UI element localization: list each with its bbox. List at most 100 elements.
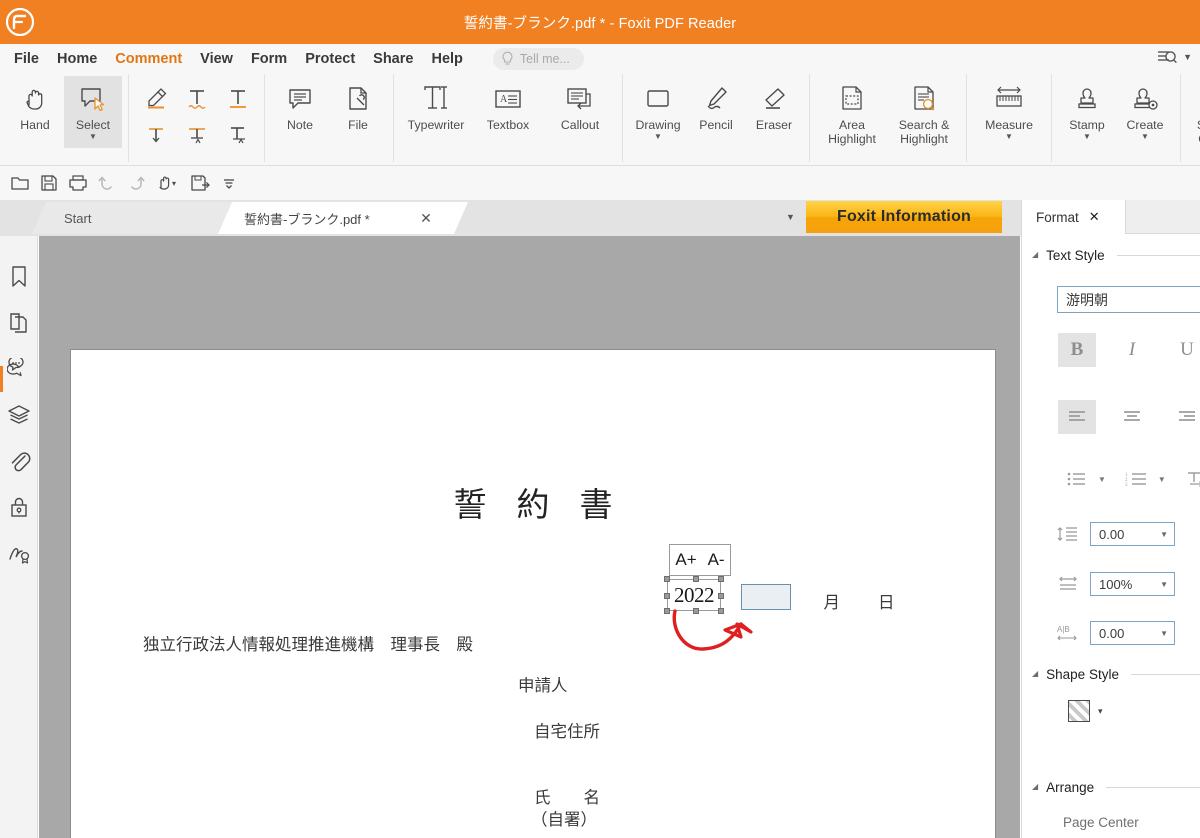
typewriter-button[interactable]: Typewriter [400, 76, 472, 148]
touch-mode-icon[interactable]: ▾ [151, 170, 185, 196]
menu-protect[interactable]: Protect [305, 47, 355, 71]
increase-font-button[interactable]: A+ [675, 550, 696, 570]
selected-textbox-annotation[interactable]: 2022 [664, 576, 724, 614]
fill-color-control[interactable]: ▾ [1068, 700, 1103, 722]
resize-handle-bottom-right[interactable] [718, 608, 724, 614]
underline-text-button[interactable] [219, 82, 257, 115]
pdf-page[interactable]: 誓約書 年 月 日 A+ A- 2022 [70, 349, 996, 838]
align-left-button[interactable] [1058, 400, 1096, 434]
fill-color-swatch[interactable] [1068, 700, 1090, 722]
align-center-button[interactable] [1113, 400, 1151, 434]
resize-handle-middle-left[interactable] [664, 593, 670, 599]
chevron-down-icon[interactable]: ▼ [1160, 629, 1168, 638]
menu-home[interactable]: Home [57, 47, 97, 71]
bullet-list-button[interactable] [1058, 462, 1096, 496]
page-center-label[interactable]: Page Center [1063, 815, 1139, 830]
chevron-down-icon[interactable]: ▼ [1160, 580, 1168, 589]
align-right-button[interactable] [1168, 400, 1200, 434]
print-icon[interactable] [64, 170, 92, 196]
collapse-triangle-icon[interactable]: ◢ [1032, 782, 1038, 791]
area-highlight-button[interactable]: Area Highlight [816, 76, 888, 148]
chevron-down-icon[interactable]: ▼ [1160, 530, 1168, 539]
highlight-text-button[interactable] [137, 82, 175, 115]
tab-document[interactable]: 誓約書-ブランク.pdf * ✕ [218, 202, 468, 234]
resize-handle-top-center[interactable] [693, 576, 699, 582]
search-options-icon[interactable] [1156, 47, 1180, 67]
numbered-list-button[interactable]: 1 2 3 [1118, 462, 1156, 496]
open-folder-icon[interactable] [6, 170, 34, 196]
date-form-field[interactable] [741, 584, 791, 610]
resize-handle-top-left[interactable] [664, 576, 670, 582]
note-button[interactable]: Note [271, 76, 329, 148]
font-name-field[interactable]: 游明朝 [1057, 286, 1200, 313]
close-icon[interactable]: ✕ [1089, 209, 1100, 225]
fill-color-caret-icon[interactable]: ▾ [1098, 706, 1103, 717]
select-tool-button[interactable]: Select ▼ [64, 76, 122, 148]
pages-icon[interactable] [6, 310, 32, 336]
tell-me-search[interactable]: Tell me... [492, 47, 584, 70]
section-arrange[interactable]: ◢ Arrange [1032, 780, 1200, 795]
menu-form[interactable]: Form [251, 47, 287, 71]
chevron-down-icon[interactable]: ▼ [1183, 52, 1192, 62]
menu-comment[interactable]: Comment [112, 47, 186, 76]
file-attachment-button[interactable]: File [329, 76, 387, 148]
squiggly-underline-button[interactable] [178, 82, 216, 115]
menu-view[interactable]: View [200, 47, 233, 71]
undo-icon[interactable] [93, 170, 121, 196]
decrease-font-button[interactable]: A- [708, 550, 725, 570]
resize-handle-bottom-left[interactable] [664, 608, 670, 614]
eraser-button[interactable]: Eraser [745, 76, 803, 148]
tab-format[interactable]: Format ✕ [1022, 200, 1126, 234]
callout-button[interactable]: Callout [544, 76, 616, 148]
text-indent-button[interactable] [1176, 462, 1200, 496]
save-as-icon[interactable] [186, 170, 214, 196]
resize-handle-middle-right[interactable] [718, 593, 724, 599]
create-stamp-caret-icon[interactable]: ▼ [1141, 133, 1149, 141]
underline-button[interactable]: U [1168, 333, 1200, 367]
redo-icon[interactable] [122, 170, 150, 196]
menu-help[interactable]: Help [431, 47, 462, 71]
bookmark-icon[interactable] [6, 264, 32, 290]
layers-icon[interactable] [6, 402, 32, 428]
document-viewport[interactable]: 誓約書 年 月 日 A+ A- 2022 [39, 236, 1020, 838]
lock-icon[interactable] [6, 494, 32, 520]
pencil-button[interactable]: Pencil [687, 76, 745, 148]
save-icon[interactable] [35, 170, 63, 196]
textbox-button[interactable]: A Textbox [472, 76, 544, 148]
stamp-caret-icon[interactable]: ▼ [1083, 133, 1091, 141]
horizontal-scale-field[interactable]: 100% ▼ [1090, 572, 1175, 596]
foxit-information-banner[interactable]: Foxit Information [806, 201, 1002, 233]
replace-text-button[interactable] [178, 118, 216, 151]
close-icon[interactable]: ✕ [418, 210, 434, 227]
bullet-list-caret-icon[interactable]: ▼ [1098, 475, 1106, 484]
menu-share[interactable]: Share [373, 47, 413, 71]
attachment-icon[interactable] [6, 448, 32, 474]
measure-caret-icon[interactable]: ▼ [1005, 133, 1013, 141]
search-highlight-button[interactable]: Search & Highlight [888, 76, 960, 148]
create-stamp-button[interactable]: Create ▼ [1116, 76, 1174, 148]
tab-start[interactable]: Start [32, 202, 232, 234]
resize-handle-top-right[interactable] [718, 576, 724, 582]
chevron-down-icon[interactable]: ▼ [786, 212, 795, 222]
select-tool-caret-icon[interactable]: ▼ [89, 133, 97, 141]
character-spacing-field[interactable]: 0.00 ▼ [1090, 621, 1175, 645]
numbered-list-caret-icon[interactable]: ▼ [1158, 475, 1166, 484]
menu-file[interactable]: File [14, 47, 39, 71]
resize-handle-bottom-center[interactable] [693, 608, 699, 614]
collapse-triangle-icon[interactable]: ◢ [1032, 669, 1038, 678]
measure-button[interactable]: Measure ▼ [973, 76, 1045, 148]
italic-button[interactable]: I [1113, 333, 1151, 367]
insert-text-button[interactable] [137, 118, 175, 151]
section-shape-style[interactable]: ◢ Shape Style [1032, 667, 1200, 682]
hand-tool-button[interactable]: Hand [6, 76, 64, 148]
drawing-caret-icon[interactable]: ▼ [654, 133, 662, 141]
drawing-button[interactable]: Drawing ▼ [629, 76, 687, 148]
bold-button[interactable]: B [1058, 333, 1096, 367]
signature-icon[interactable] [6, 540, 32, 566]
section-text-style[interactable]: ◢ Text Style [1032, 248, 1200, 263]
summarize-comments-button[interactable]: Summarize Comments [1187, 76, 1200, 148]
line-spacing-field[interactable]: 0.00 ▼ [1090, 522, 1175, 546]
stamp-button[interactable]: Stamp ▼ [1058, 76, 1116, 148]
comments-icon[interactable] [6, 356, 32, 382]
customize-toolbar-icon[interactable] [215, 170, 243, 196]
